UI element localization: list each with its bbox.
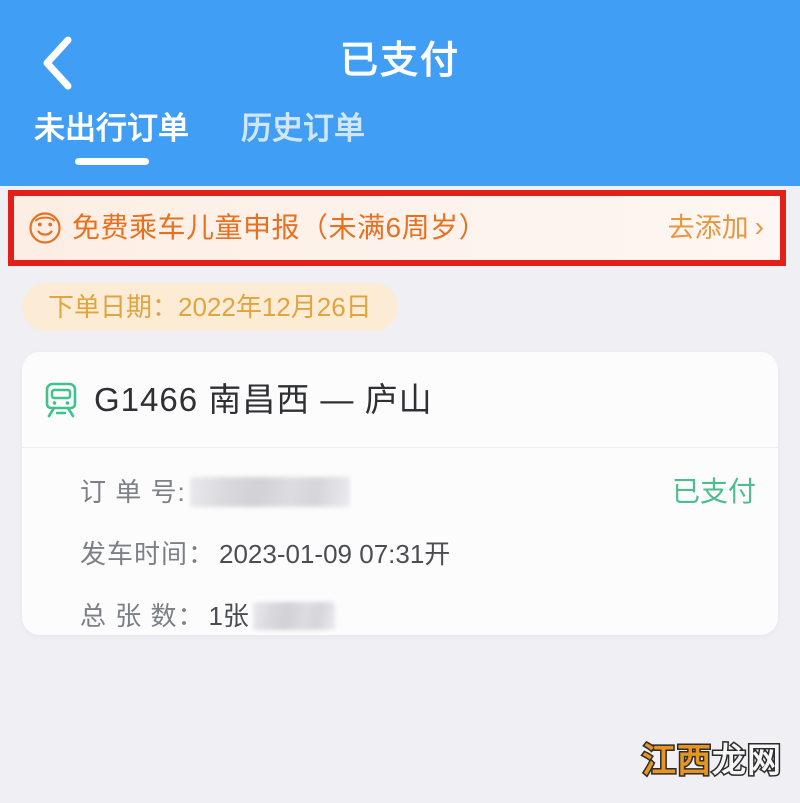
order-card[interactable]: G1466 南昌西 — 庐山 订 单 号: 已支付 发车时间： 2023-01-… (22, 352, 778, 635)
go-add-child-label: 去添加 (667, 213, 749, 243)
order-number-label: 订 单 号: (80, 477, 186, 507)
ticket-count-value: 1张 (208, 601, 249, 631)
order-date-pill: 下单日期：2022年12月26日 (22, 283, 398, 331)
tab-bar: 未出行订单 历史订单 (30, 108, 369, 165)
chevron-right-icon: › (754, 211, 764, 242)
ticket-count-row: 总 张 数： 1张 (80, 594, 756, 635)
order-number-redacted-value (189, 477, 350, 507)
train-route-title: G1466 南昌西 — 庐山 (94, 380, 433, 418)
status-badge: 已支付 (671, 476, 756, 507)
page-title: 已支付 (339, 40, 460, 82)
app-root: 已支付 未出行订单 历史订单 免费乘车儿童申报（未满6周岁） 去添加 › 下单日… (0, 0, 800, 803)
watermark-part-a: 江西 (641, 741, 713, 782)
app-header: 已支付 未出行订单 历史订单 (0, 0, 800, 186)
order-number-row: 订 单 号: 已支付 (80, 470, 756, 514)
free-child-declaration-text: 免费乘车儿童申报（未满6周岁） (72, 212, 488, 243)
go-add-child-button[interactable]: 去添加 › (668, 211, 764, 245)
departure-time-value: 2023-01-09 07:31开 (219, 539, 451, 569)
ticket-extra-redacted-value (252, 602, 335, 630)
free-child-declaration-banner[interactable]: 免费乘车儿童申报（未满6周岁） 去添加 › (14, 196, 780, 260)
tab-history-orders[interactable]: 历史订单 (237, 108, 369, 165)
departure-time-row: 发车时间： 2023-01-09 07:31开 (80, 532, 756, 576)
departure-time-label: 发车时间： (80, 539, 216, 569)
train-icon (44, 382, 78, 418)
tab-inactive-indicator (266, 158, 340, 165)
tab-active-indicator (74, 158, 149, 165)
child-face-icon (28, 211, 62, 245)
watermark-part-b: 龙网 (711, 741, 783, 782)
watermark: 江西龙网 (641, 741, 783, 782)
tab-upcoming-orders-label: 未出行订单 (34, 111, 189, 146)
ticket-count-label: 总 张 数： (80, 601, 205, 631)
order-card-body: 订 单 号: 已支付 发车时间： 2023-01-09 07:31开 总 张 数… (22, 448, 778, 635)
highlight-annotation-box: 免费乘车儿童申报（未满6周岁） 去添加 › (8, 190, 786, 266)
tab-upcoming-orders[interactable]: 未出行订单 (30, 108, 193, 165)
order-card-header: G1466 南昌西 — 庐山 (22, 352, 778, 448)
tab-history-orders-label: 历史订单 (241, 111, 365, 146)
